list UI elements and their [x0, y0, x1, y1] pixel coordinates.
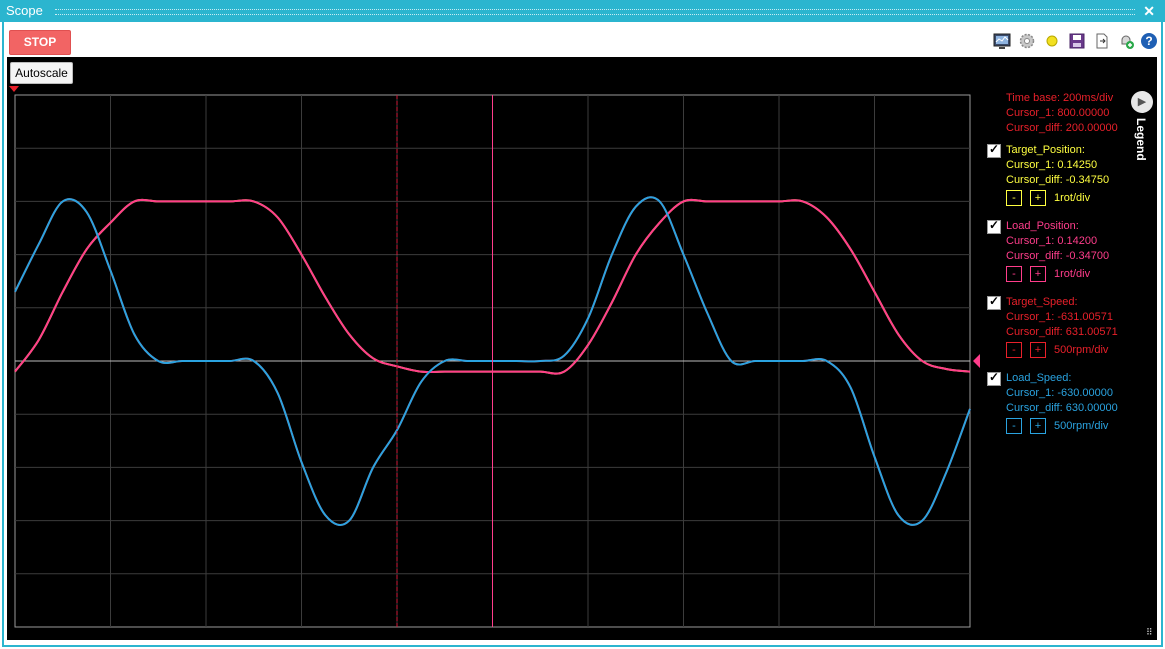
signal-name: Target_Position: [1006, 144, 1085, 156]
scale-decrease-button[interactable]: - [1006, 342, 1022, 358]
legend-panel: Time base: 200ms/div Cursor_1: 800.00000… [987, 91, 1146, 437]
cursordiff-readout: Cursor_diff: 200.00000 [1006, 122, 1118, 134]
legend-signal-target-position: Target_Position: Cursor_1: 0.14250 Curso… [987, 142, 1146, 209]
scale-decrease-button[interactable]: - [1006, 190, 1022, 206]
signal-cursor1: Cursor_1: 0.14250 [1006, 159, 1098, 171]
signal-scale: 500rpm/div [1054, 420, 1109, 432]
signal-name: Target_Speed: [1006, 296, 1078, 308]
signal-cursordiff: Cursor_diff: -0.34700 [1006, 250, 1110, 262]
signal-cursor1: Cursor_1: -630.00000 [1006, 387, 1114, 399]
signal-cursordiff: Cursor_diff: -0.34750 [1006, 174, 1110, 186]
signal-cursordiff: Cursor_diff: 631.00571 [1006, 326, 1118, 338]
time-base-readout: Time base: 200ms/div [1006, 92, 1114, 104]
load-position-checkbox[interactable] [987, 218, 1001, 234]
scale-increase-button[interactable]: + [1030, 418, 1046, 434]
legend-signal-load-speed: Load_Speed: Cursor_1: -630.00000 Cursor_… [987, 370, 1146, 437]
scale-increase-button[interactable]: + [1030, 266, 1046, 282]
cursor1-readout: Cursor_1: 800.00000 [1006, 107, 1110, 119]
signal-scale: 1rot/div [1054, 268, 1091, 280]
scale-increase-button[interactable]: + [1030, 190, 1046, 206]
legend-signal-target-speed: Target_Speed: Cursor_1: -631.00571 Curso… [987, 294, 1146, 361]
scale-increase-button[interactable]: + [1030, 342, 1046, 358]
load-speed-checkbox[interactable] [987, 370, 1001, 386]
signal-cursor1: Cursor_1: 0.14200 [1006, 235, 1098, 247]
signal-cursor1: Cursor_1: -631.00571 [1006, 311, 1114, 323]
signal-scale: 1rot/div [1054, 192, 1091, 204]
target-position-checkbox[interactable] [987, 142, 1001, 158]
trigger-marker-icon[interactable] [9, 86, 19, 92]
scale-decrease-button[interactable]: - [1006, 418, 1022, 434]
target-speed-checkbox[interactable] [987, 294, 1001, 310]
scale-decrease-button[interactable]: - [1006, 266, 1022, 282]
resize-grip-icon[interactable]: ⠿ [1146, 627, 1156, 637]
autoscale-button[interactable]: Autoscale [10, 62, 73, 84]
signal-name: Load_Speed: [1006, 372, 1072, 384]
offset-marker-icon[interactable] [973, 354, 980, 368]
signal-scale: 500rpm/div [1054, 344, 1109, 356]
signal-name: Load_Position: [1006, 220, 1079, 232]
signal-cursordiff: Cursor_diff: 630.00000 [1006, 402, 1118, 414]
scope-plot[interactable] [0, 0, 1165, 649]
legend-signal-load-position: Load_Position: Cursor_1: 0.14200 Cursor_… [987, 218, 1146, 285]
